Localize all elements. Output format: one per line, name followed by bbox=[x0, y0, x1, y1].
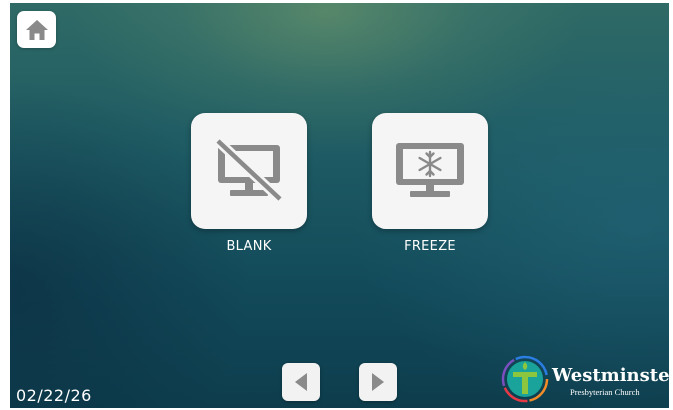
home-button[interactable] bbox=[17, 11, 56, 48]
touch-panel-screen: BLANK FREEZE 02/22/26 Westminster Presby… bbox=[10, 3, 669, 408]
church-logo: Westminster Presbyterian Church bbox=[500, 353, 669, 405]
church-emblem-icon bbox=[501, 355, 549, 403]
freeze-label: FREEZE bbox=[404, 239, 456, 254]
monitor-off-icon bbox=[214, 139, 284, 203]
previous-page-button[interactable] bbox=[282, 363, 320, 401]
church-name: Westminster bbox=[552, 365, 669, 386]
church-subtitle: Presbyterian Church bbox=[570, 387, 640, 397]
blank-label: BLANK bbox=[226, 239, 272, 254]
next-page-button[interactable] bbox=[359, 363, 397, 401]
triangle-left-icon bbox=[295, 373, 307, 391]
date-display: 02/22/26 bbox=[16, 386, 92, 405]
home-icon bbox=[25, 19, 48, 40]
blank-button[interactable] bbox=[191, 113, 307, 229]
freeze-button[interactable] bbox=[372, 113, 488, 229]
monitor-snowflake-icon bbox=[396, 143, 464, 197]
triangle-right-icon bbox=[372, 373, 384, 391]
